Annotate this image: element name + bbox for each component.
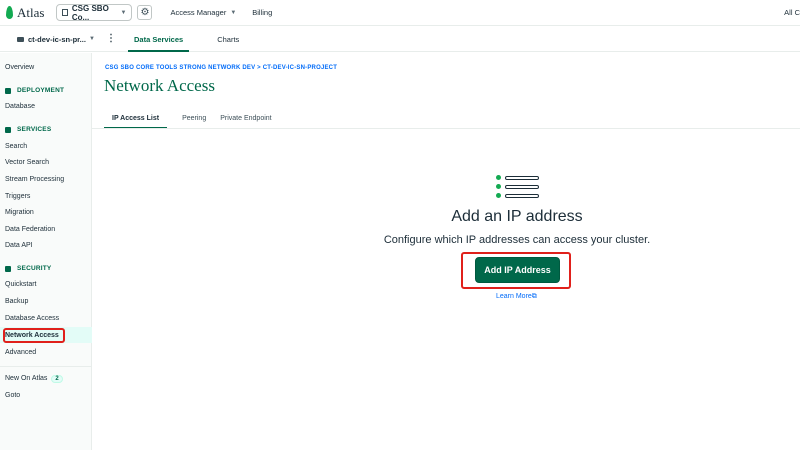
tab-bar: IP Access List Peering Private Endpoint bbox=[103, 108, 272, 129]
sidebar-item-new-on-atlas[interactable]: New On Atlas 2 bbox=[5, 375, 63, 383]
new-on-atlas-label: New On Atlas bbox=[5, 375, 48, 382]
access-manager-menu[interactable]: Access Manager ▼ bbox=[170, 8, 236, 17]
breadcrumb[interactable]: CSG SBO CORE TOOLS STRONG NETWORK DEV > … bbox=[105, 65, 337, 71]
section-title: SERVICES bbox=[17, 126, 52, 133]
org-selector[interactable]: CSG SBO Co... ▼ bbox=[56, 3, 133, 22]
org-name: CSG SBO Co... bbox=[71, 3, 109, 22]
learn-more-label: Learn More bbox=[496, 293, 532, 300]
all-clusters-link[interactable]: All C bbox=[784, 8, 800, 17]
atlas-logo[interactable]: Atlas bbox=[6, 5, 44, 21]
billing-link[interactable]: Billing bbox=[252, 8, 272, 17]
list-icon bbox=[496, 175, 540, 199]
lock-icon bbox=[5, 265, 11, 272]
access-manager-label: Access Manager bbox=[170, 8, 227, 17]
billing-label: Billing bbox=[252, 8, 273, 17]
sidebar-item-overview[interactable]: Overview bbox=[5, 64, 34, 71]
tab-data-services[interactable]: Data Services bbox=[127, 27, 190, 52]
sidebar-section-services: SERVICES bbox=[5, 126, 51, 133]
logo-text: Atlas bbox=[17, 4, 45, 20]
sidebar-item-database-access[interactable]: Database Access bbox=[5, 315, 59, 322]
tab-divider bbox=[92, 128, 800, 129]
sidebar-item-data-federation[interactable]: Data Federation bbox=[5, 226, 55, 233]
sidebar-section-security: SECURITY bbox=[5, 265, 51, 272]
tab-peering[interactable]: Peering bbox=[182, 108, 206, 128]
learn-more-link[interactable]: Learn More⧉ bbox=[496, 293, 537, 301]
annotation-highlight-box bbox=[461, 252, 571, 289]
top-bar: Atlas CSG SBO Co... ▼ ⚙ Access Manager ▼… bbox=[0, 0, 800, 26]
tab-private-endpoint[interactable]: Private Endpoint bbox=[220, 108, 271, 128]
leaf-icon bbox=[6, 6, 13, 19]
services-icon bbox=[5, 126, 11, 133]
sidebar-item-triggers[interactable]: Triggers bbox=[5, 193, 30, 200]
section-title: DEPLOYMENT bbox=[17, 87, 65, 94]
chevron-down-icon: ▼ bbox=[120, 9, 127, 16]
sidebar-item-goto[interactable]: Goto bbox=[5, 392, 20, 399]
chevron-down-icon: ▼ bbox=[89, 36, 95, 42]
empty-state-subtitle: Configure which IP addresses can access … bbox=[383, 234, 651, 246]
annotation-highlight-box bbox=[3, 328, 65, 343]
project-name: ct-dev-ic-sn-pr... bbox=[28, 34, 86, 44]
page-title: Network Access bbox=[104, 76, 215, 95]
sidebar-section-deployment: DEPLOYMENT bbox=[5, 87, 64, 94]
kebab-menu-icon[interactable]: ⋮ bbox=[106, 34, 116, 44]
sidebar-divider bbox=[0, 366, 92, 367]
folder-icon bbox=[17, 36, 24, 42]
external-link-icon: ⧉ bbox=[531, 293, 537, 300]
project-bar: ct-dev-ic-sn-pr... ▼ ⋮ Data Services Cha… bbox=[0, 27, 800, 52]
gear-icon[interactable]: ⚙ bbox=[137, 5, 153, 20]
sidebar-item-stream-processing[interactable]: Stream Processing bbox=[5, 176, 64, 183]
sidebar-item-vector-search[interactable]: Vector Search bbox=[5, 159, 49, 166]
tab-ip-access-list[interactable]: IP Access List bbox=[103, 108, 168, 129]
sidebar-item-advanced[interactable]: Advanced bbox=[5, 349, 36, 356]
count-badge: 2 bbox=[51, 375, 63, 383]
building-icon bbox=[62, 9, 68, 16]
project-selector[interactable]: ct-dev-ic-sn-pr... ▼ bbox=[17, 35, 95, 44]
sidebar-item-database[interactable]: Database bbox=[5, 103, 35, 110]
sidebar-item-quickstart[interactable]: Quickstart bbox=[5, 281, 37, 288]
sidebar-item-backup[interactable]: Backup bbox=[5, 298, 28, 305]
empty-state-title: Add an IP address bbox=[451, 208, 583, 225]
tab-charts[interactable]: Charts bbox=[217, 27, 239, 52]
sidebar-item-search[interactable]: Search bbox=[5, 143, 27, 150]
chevron-down-icon: ▼ bbox=[230, 9, 237, 16]
database-icon bbox=[5, 87, 11, 94]
sidebar: Overview DEPLOYMENT Database SERVICES Se… bbox=[0, 53, 92, 450]
section-title: SECURITY bbox=[17, 265, 52, 272]
